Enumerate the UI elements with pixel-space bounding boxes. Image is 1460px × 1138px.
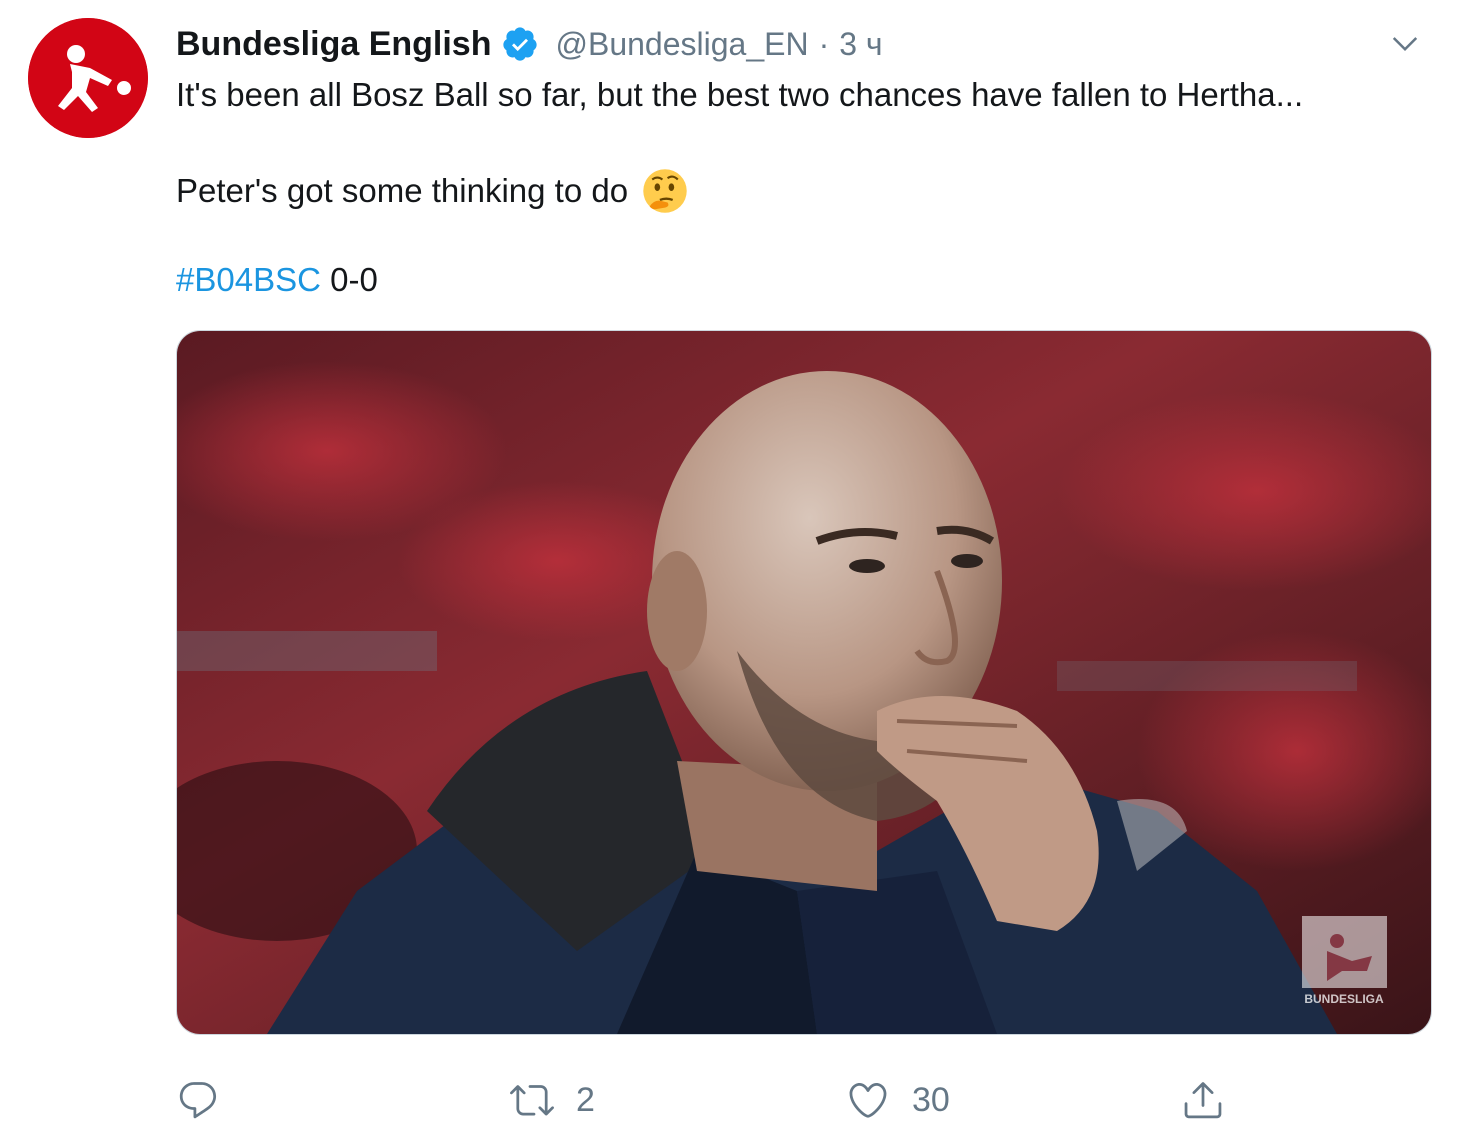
thinking-face-emoji-icon <box>642 168 688 214</box>
score-text: 0-0 <box>320 261 378 298</box>
like-count: 30 <box>912 1080 950 1119</box>
avatar[interactable] <box>28 18 148 138</box>
tweet-actions: 2 30 <box>176 1072 1276 1128</box>
tweet-text-line-2: Peter's got some thinking to do <box>176 168 688 214</box>
coach-photo: BUNDESLIGA <box>177 331 1431 1034</box>
tweet-text-line-3: #B04BSC 0-0 <box>176 261 378 299</box>
retweet-button[interactable]: 2 <box>510 1072 595 1128</box>
share-button[interactable] <box>1181 1072 1225 1128</box>
like-button[interactable]: 30 <box>846 1072 950 1128</box>
retweet-count: 2 <box>576 1080 595 1119</box>
tweet-header: Bundesliga English @Bundesliga_EN · 3 ч <box>176 22 883 66</box>
reply-icon <box>179 1082 217 1119</box>
tweet-text-line-2-content: Peter's got some thinking to do <box>176 172 629 209</box>
tweet-photo[interactable]: BUNDESLIGA <box>176 330 1432 1035</box>
display-name[interactable]: Bundesliga English <box>176 25 491 64</box>
hashtag-link[interactable]: #B04BSC <box>176 261 321 298</box>
reply-button[interactable] <box>176 1072 220 1128</box>
retweet-icon <box>510 1085 554 1116</box>
bundesliga-logo-icon <box>28 18 148 138</box>
media-watermark: BUNDESLIGA <box>1304 992 1384 1006</box>
tweet[interactable]: Bundesliga English @Bundesliga_EN · 3 ч … <box>0 0 1460 1138</box>
chevron-down-icon <box>1392 37 1418 52</box>
timestamp[interactable]: 3 ч <box>839 26 882 63</box>
share-icon <box>1184 1082 1222 1119</box>
verified-badge-icon <box>501 25 539 63</box>
separator-dot: · <box>818 25 830 62</box>
heart-icon <box>849 1082 887 1118</box>
user-handle[interactable]: @Bundesliga_EN <box>555 26 808 63</box>
tweet-text-line-1: It's been all Bosz Ball so far, but the … <box>176 76 1304 113</box>
more-options-button[interactable] <box>1390 28 1420 58</box>
